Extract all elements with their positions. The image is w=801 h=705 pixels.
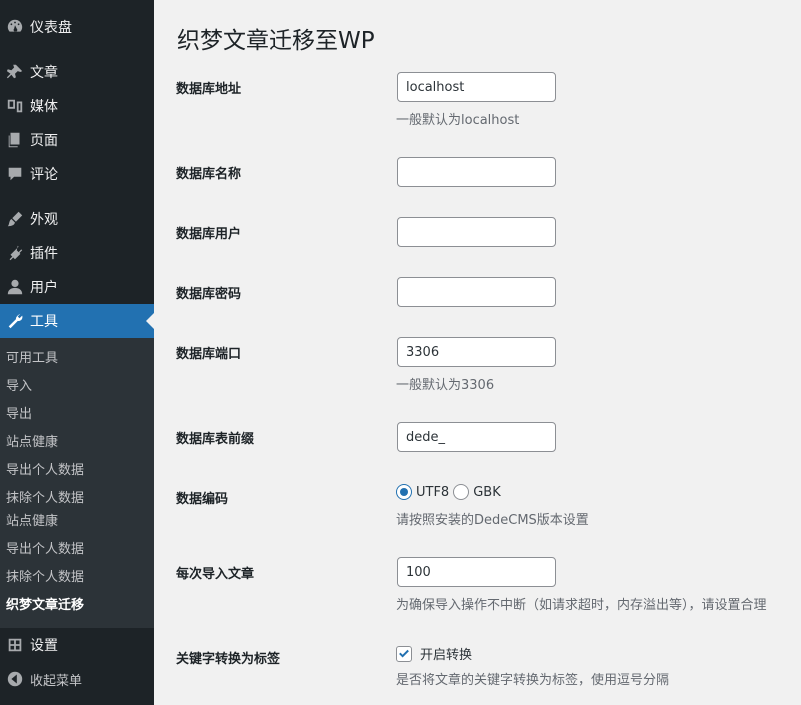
- db-port-label: 数据库端口: [176, 347, 242, 362]
- submenu-item-export[interactable]: 导出: [6, 405, 32, 425]
- batch-size-label: 每次导入文章: [176, 567, 255, 582]
- page-title: 织梦文章迁移至WP: [177, 28, 375, 54]
- sidebar-item-label: 插件: [30, 246, 58, 262]
- page-icon: [0, 123, 30, 157]
- db-host-input[interactable]: [397, 72, 556, 102]
- sidebar-item-pages[interactable]: 页面: [0, 123, 154, 157]
- keywords-to-tags-checkbox[interactable]: [396, 645, 412, 662]
- db-name-input[interactable]: [397, 157, 556, 187]
- sidebar-item-settings[interactable]: 设置: [0, 628, 154, 662]
- settings-icon: [0, 628, 30, 662]
- submenu-item-site-health-2[interactable]: 站点健康: [6, 512, 58, 532]
- wrench-icon: [0, 304, 30, 338]
- db-password-label: 数据库密码: [176, 287, 242, 302]
- sidebar-collapse-menu[interactable]: 收起菜单: [0, 662, 154, 696]
- sidebar-item-label: 外观: [30, 212, 58, 228]
- submenu-item-erase-personal-data-2[interactable]: 抹除个人数据: [6, 568, 84, 588]
- keywords-to-tags-option: 开启转换: [396, 644, 472, 663]
- sidebar-item-media[interactable]: 媒体: [0, 89, 154, 123]
- pin-icon: [0, 55, 30, 89]
- sidebar-item-label: 评论: [30, 167, 58, 183]
- collapse-icon: [0, 662, 30, 696]
- batch-size-input[interactable]: [397, 557, 556, 587]
- sidebar-item-posts[interactable]: 文章: [0, 55, 154, 89]
- admin-sidebar: 仪表盘 文章 媒体 页面 评论 外观 插件 用户 工具 可用工具 导入 导出 站…: [0, 0, 154, 705]
- charset-gbk-radio[interactable]: [453, 484, 470, 500]
- submenu-item-erase-personal-data[interactable]: 抹除个人数据: [6, 489, 84, 509]
- keywords-to-tags-label: 关键字转换为标签: [176, 652, 281, 667]
- db-host-description: 一般默认为localhost: [396, 113, 520, 128]
- sidebar-item-label: 用户: [30, 280, 58, 296]
- submenu-item-import[interactable]: 导入: [6, 377, 32, 397]
- sidebar-item-tools[interactable]: 工具: [0, 304, 154, 338]
- submenu-item-dede-migration[interactable]: 织梦文章迁移: [6, 596, 84, 616]
- sidebar-item-appearance[interactable]: 外观: [0, 202, 154, 236]
- sidebar-item-label: 媒体: [30, 99, 58, 115]
- sidebar-item-label: 设置: [30, 638, 58, 654]
- keywords-to-tags-checkbox-label[interactable]: 开启转换: [420, 644, 472, 663]
- comment-icon: [0, 157, 30, 191]
- submenu-item-site-health[interactable]: 站点健康: [6, 433, 58, 453]
- user-icon: [0, 270, 30, 304]
- db-port-input[interactable]: [397, 337, 556, 367]
- tools-submenu: 可用工具 导入 导出 站点健康 导出个人数据 抹除个人数据 站点健康 导出个人数…: [0, 338, 154, 628]
- media-icon: [0, 89, 30, 123]
- sidebar-item-label: 工具: [30, 314, 58, 330]
- submenu-item-export-personal-data[interactable]: 导出个人数据: [6, 461, 84, 481]
- sidebar-item-label: 页面: [30, 133, 58, 149]
- charset-utf8-label[interactable]: UTF8: [416, 485, 449, 500]
- db-user-input[interactable]: [397, 217, 556, 247]
- db-name-label: 数据库名称: [176, 167, 242, 182]
- sidebar-item-comments[interactable]: 评论: [0, 157, 154, 191]
- submenu-item-available-tools[interactable]: 可用工具: [6, 349, 58, 369]
- charset-label: 数据编码: [176, 492, 229, 507]
- brush-icon: [0, 202, 30, 236]
- charset-description: 请按照安装的DedeCMS版本设置: [396, 513, 589, 528]
- batch-size-description: 为确保导入操作不中断（如请求超时，内存溢出等），请设置合理: [396, 598, 767, 613]
- charset-gbk-label[interactable]: GBK: [473, 485, 501, 500]
- db-prefix-input[interactable]: [397, 422, 556, 452]
- sidebar-item-plugins[interactable]: 插件: [0, 236, 154, 270]
- keywords-to-tags-description: 是否将文章的关键字转换为标签，使用逗号分隔: [396, 673, 670, 688]
- db-host-label: 数据库地址: [176, 82, 242, 97]
- charset-utf8-radio[interactable]: [396, 484, 412, 500]
- plugin-icon: [0, 236, 30, 270]
- sidebar-item-users[interactable]: 用户: [0, 270, 154, 304]
- sidebar-item-dashboard[interactable]: 仪表盘: [0, 10, 154, 44]
- dashboard-icon: [0, 10, 30, 44]
- db-user-label: 数据库用户: [176, 227, 242, 242]
- db-prefix-label: 数据库表前缀: [176, 432, 255, 447]
- charset-radio-group: UTF8 GBK: [396, 484, 505, 500]
- main-content: 织梦文章迁移至WP 数据库地址 一般默认为localhost 数据库名称 数据库…: [154, 0, 801, 705]
- submenu-item-export-personal-data-2[interactable]: 导出个人数据: [6, 540, 84, 560]
- checkmark-icon: [399, 649, 409, 657]
- db-password-input[interactable]: [397, 277, 556, 307]
- sidebar-item-label: 收起菜单: [30, 673, 83, 689]
- sidebar-item-label: 文章: [30, 65, 58, 81]
- sidebar-item-label: 仪表盘: [30, 20, 72, 36]
- db-port-description: 一般默认为3306: [396, 378, 495, 393]
